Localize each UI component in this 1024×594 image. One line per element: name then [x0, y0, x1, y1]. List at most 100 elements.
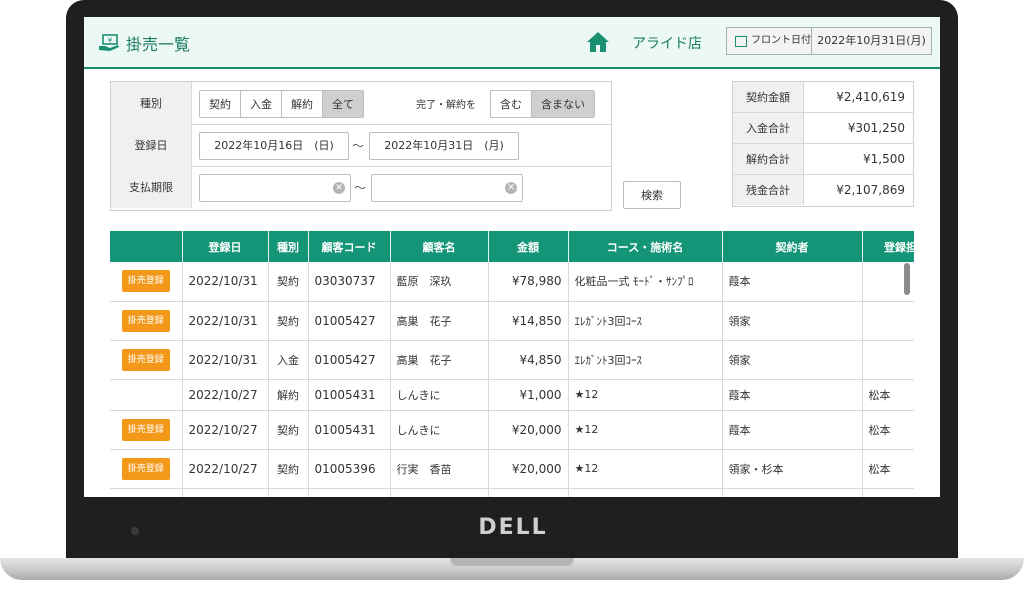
cell-contractor — [722, 488, 863, 497]
cell-course: ｴﾚｶﾞﾝﾄ3回ｺｰｽ — [568, 301, 723, 341]
results-table-wrap[interactable]: 登録日 種別 顧客コード 顧客名 金額 コース・施術名 契約者 登録担当 掛売登… — [110, 231, 914, 497]
cell-code — [308, 488, 391, 497]
cell-amount: ¥20,000 — [488, 449, 569, 489]
col-header-name[interactable]: 顧客名 — [390, 231, 489, 262]
table-row[interactable]: 掛売登録 2022/10/31 契約 01005427 高巣 花子 ¥14,850 ｴﾚｶﾞ… — [110, 301, 914, 341]
col-header-type[interactable]: 種別 — [268, 231, 309, 262]
app-screen: ¥ 掛売一覧 アライド店 フロント日付 2022年10月31日(月) 種別 契約… — [84, 17, 940, 497]
cell-code: 01005427 — [308, 301, 391, 341]
cell-contractor: 葭本 — [722, 379, 863, 411]
table-row[interactable]: 掛売登録 2022/10/27 契約 01005431 しんきに ¥20,000 ★12 葭本… — [110, 410, 914, 450]
register-credit-button[interactable]: 掛売登録 — [121, 348, 170, 371]
range-tilde: ～ — [354, 181, 367, 195]
type-option-all[interactable]: 全て — [323, 91, 363, 117]
filter-panel: 種別 契約 入金 解約 全て 完了・解約を 含む 含まない 登録日 2022年1… — [110, 81, 612, 211]
cell-course: ★12 — [568, 410, 723, 450]
cell-type — [268, 488, 309, 497]
results-table: 登録日 種別 顧客コード 顧客名 金額 コース・施術名 契約者 登録担当 掛売登… — [110, 231, 914, 497]
cell-type: 契約 — [268, 301, 309, 341]
cell-contractor: 葭本 — [722, 410, 863, 450]
cell-date: 2022/10/27 — [182, 379, 269, 411]
dell-logo: DELL — [478, 515, 548, 540]
cell-date: 2022/10/31 — [182, 262, 269, 302]
table-row[interactable]: 2022/10/27 解約 01005431 しんきに ¥1,000 ★12 葭本 松本 — [110, 379, 914, 411]
col-header-date[interactable]: 登録日 — [182, 231, 269, 262]
filter-row-type: 種別 契約 入金 解約 全て 完了・解約を 含む 含まない — [111, 82, 611, 125]
summary-label: 入金合計 — [733, 113, 804, 143]
table-row[interactable]: 掛売登録 2022/10/27 契約 01005396 行実 香苗 ¥20,000 ★12 領… — [110, 449, 914, 489]
filter-row-due: 支払期限 ✕ ～ ✕ — [111, 166, 611, 208]
col-header-contractor[interactable]: 契約者 — [722, 231, 863, 262]
regdate-from-input[interactable]: 2022年10月16日 (日) — [199, 132, 349, 160]
col-header-code[interactable]: 顧客コード — [308, 231, 391, 262]
table-scrollbar[interactable] — [904, 263, 910, 295]
cell-name: しんきに — [390, 410, 489, 450]
regdate-to-input[interactable]: 2022年10月31日 (月) — [369, 132, 519, 160]
cell-action: 掛売登録 — [110, 340, 183, 380]
type-option-contract[interactable]: 契約 — [200, 91, 241, 117]
register-credit-button[interactable]: 掛売登録 — [121, 457, 170, 480]
clear-icon[interactable]: ✕ — [505, 182, 517, 194]
cell-type: 契約 — [268, 262, 309, 302]
register-credit-button[interactable]: 掛売登録 — [121, 309, 170, 332]
cell-action — [110, 379, 183, 411]
filter-row-regdate: 登録日 2022年10月16日 (日) ～ 2022年10月31日 (月) — [111, 124, 611, 167]
cell-contractor: 葭本 — [722, 262, 863, 302]
summary-panel: 契約金額 ¥2,410,619 入金合計 ¥301,250 解約合計 ¥1,50… — [732, 81, 914, 207]
col-header-course[interactable]: コース・施術名 — [568, 231, 723, 262]
search-button[interactable]: 検索 — [623, 181, 681, 209]
cell-name: 行実 香苗 — [390, 449, 489, 489]
home-icon[interactable] — [586, 31, 610, 53]
table-row[interactable] — [110, 488, 914, 497]
cell-staff — [862, 301, 914, 341]
laptop-base — [0, 558, 1024, 580]
type-option-cancel[interactable]: 解約 — [282, 91, 323, 117]
cell-code: 03030737 — [308, 262, 391, 302]
cell-staff — [862, 488, 914, 497]
summary-value: ¥2,107,869 — [836, 183, 905, 197]
cell-name: しんきに — [390, 379, 489, 411]
cell-date: 2022/10/27 — [182, 410, 269, 450]
complete-option-include[interactable]: 含む — [491, 91, 532, 117]
calendar-icon — [735, 35, 747, 47]
front-date-label: フロント日付 — [726, 27, 820, 55]
due-to-input[interactable]: ✕ — [371, 174, 523, 202]
cell-contractor: 領家 — [722, 301, 863, 341]
type-option-payment[interactable]: 入金 — [241, 91, 282, 117]
page-title: 掛売一覧 — [126, 35, 191, 54]
cell-name — [390, 488, 489, 497]
summary-label: 契約金額 — [733, 82, 804, 112]
cell-code: 01005427 — [308, 340, 391, 380]
table-row[interactable]: 掛売登録 2022/10/31 入金 01005427 高巣 花子 ¥4,850 ｴﾚｶﾞﾝ… — [110, 340, 914, 380]
type-label: 種別 — [111, 82, 192, 124]
cell-course: ｴﾚｶﾞﾝﾄ3回ｺｰｽ — [568, 340, 723, 380]
cell-contractor: 領家 — [722, 340, 863, 380]
summary-row: 解約合計 ¥1,500 — [733, 144, 913, 175]
cell-amount: ¥78,980 — [488, 262, 569, 302]
front-date-label-text: フロント日付 — [751, 35, 811, 46]
type-segment: 契約 入金 解約 全て — [199, 90, 364, 118]
due-from-input[interactable]: ✕ — [199, 174, 351, 202]
cell-amount: ¥20,000 — [488, 410, 569, 450]
cell-action: 掛売登録 — [110, 262, 183, 302]
complete-option-exclude[interactable]: 含まない — [532, 91, 594, 117]
summary-label: 残金合計 — [733, 175, 804, 205]
col-header-amount[interactable]: 金額 — [488, 231, 569, 262]
store-name: アライド店 — [632, 36, 702, 52]
table-row[interactable]: 掛売登録 2022/10/31 契約 03030737 藍原 深玖 ¥78,980 化粧品一… — [110, 262, 914, 302]
col-header-staff[interactable]: 登録担当 — [862, 231, 914, 262]
register-credit-button[interactable]: 掛売登録 — [121, 418, 170, 441]
app-header: ¥ 掛売一覧 アライド店 フロント日付 2022年10月31日(月) — [84, 17, 940, 69]
cell-staff: 松本 — [862, 410, 914, 450]
cell-action: 掛売登録 — [110, 301, 183, 341]
cell-course: 化粧品一式 ﾓｰﾄﾞ・ｻﾝﾌﾟﾛ — [568, 262, 723, 302]
clear-icon[interactable]: ✕ — [333, 182, 345, 194]
summary-value: ¥2,410,619 — [836, 90, 905, 104]
cell-amount: ¥4,850 — [488, 340, 569, 380]
cell-date: 2022/10/27 — [182, 449, 269, 489]
front-date-value[interactable]: 2022年10月31日(月) — [811, 27, 932, 55]
cell-amount: ¥14,850 — [488, 301, 569, 341]
register-credit-button[interactable]: 掛売登録 — [121, 270, 170, 293]
cell-staff: 松本 — [862, 449, 914, 489]
base-notch — [450, 558, 574, 566]
